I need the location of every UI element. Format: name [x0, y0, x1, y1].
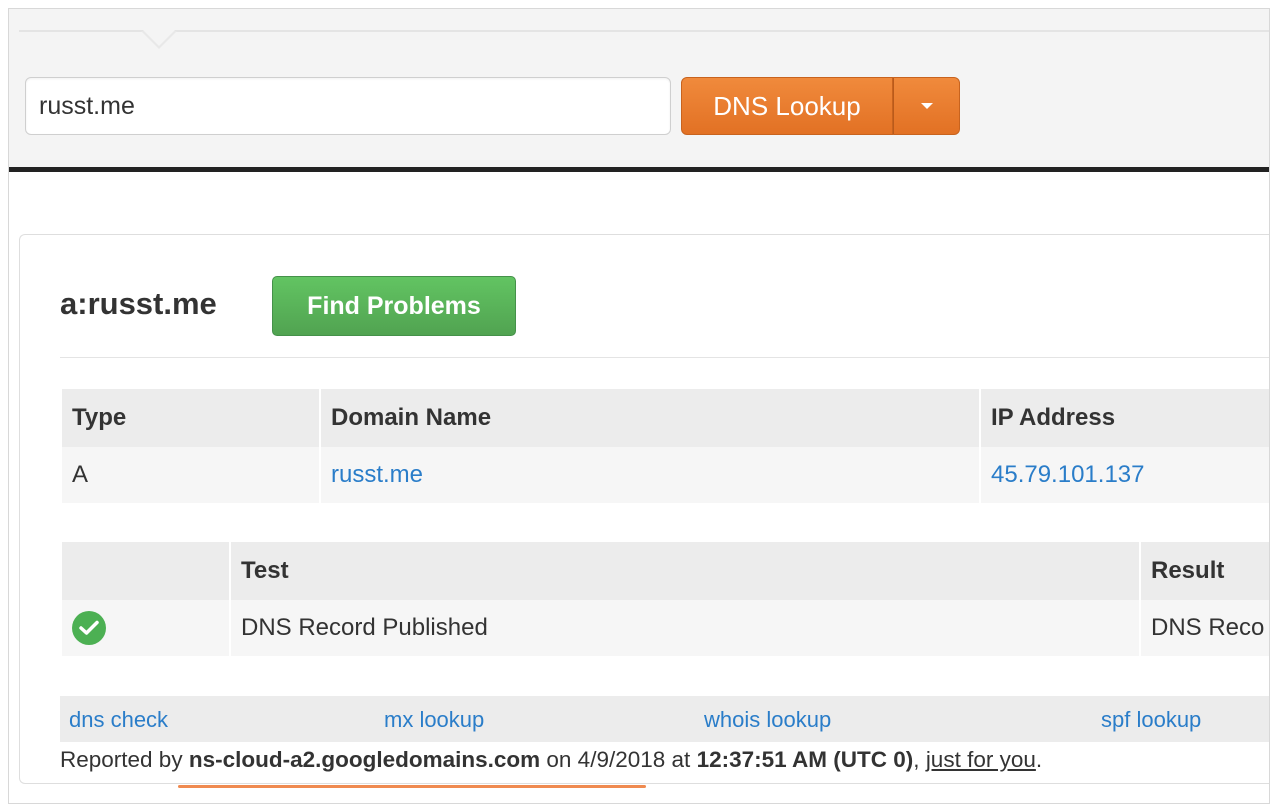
column-header-test: Test: [229, 542, 1140, 600]
table-header-row: Test Result: [60, 542, 1269, 600]
check-icon: [72, 611, 106, 645]
dns-lookup-button[interactable]: DNS Lookup: [681, 77, 893, 135]
record-ip-cell: 45.79.101.137: [979, 447, 1269, 503]
dns-check-link[interactable]: dns check: [69, 707, 168, 733]
lookup-button-group: DNS Lookup: [681, 77, 960, 135]
search-bar-area: DNS Lookup: [9, 9, 1269, 167]
record-ip-link[interactable]: 45.79.101.137: [991, 461, 1144, 488]
test-result-cell: DNS Reco: [1139, 600, 1269, 656]
comma: ,: [913, 747, 920, 772]
column-header-ip-address: IP Address: [979, 389, 1269, 447]
record-domain-cell: russt.me: [319, 447, 980, 503]
highlight-underline: [178, 785, 646, 788]
just-for-you-link[interactable]: just for you: [926, 747, 1036, 772]
period: .: [1035, 747, 1043, 772]
column-header-result: Result: [1139, 542, 1269, 600]
report-time: 12:37:51 AM (UTC 0): [696, 747, 914, 772]
results-panel: a:russt.me Find Problems Type Domain Nam…: [19, 234, 1269, 788]
report-date: on 4/9/2018 at: [546, 747, 691, 772]
related-tools-bar: dns check mx lookup whois lookup spf loo…: [60, 696, 1269, 742]
spf-lookup-link[interactable]: spf lookup: [1101, 707, 1201, 733]
test-status-cell: [60, 600, 230, 656]
top-divider: [19, 30, 1269, 32]
whois-lookup-link[interactable]: whois lookup: [704, 707, 831, 733]
record-type-cell: A: [60, 447, 320, 503]
header-separator: [9, 167, 1269, 172]
lookup-type-dropdown-button[interactable]: [893, 77, 960, 135]
reported-prefix: Reported by: [60, 747, 183, 772]
column-header-type: Type: [60, 389, 320, 447]
table-header-row: Type Domain Name IP Address: [60, 389, 1269, 447]
browser-frame: DNS Lookup a:russt.me Find Problems Type…: [8, 8, 1270, 804]
table-row: DNS Record Published DNS Reco: [60, 600, 1269, 656]
chevron-down-icon: [920, 103, 933, 109]
dns-records-table: Type Domain Name IP Address A russt.me 4…: [60, 389, 1269, 503]
result-title: a:russt.me: [60, 286, 217, 321]
reported-by-line: Reported by ns-cloud-a2.googledomains.co…: [60, 747, 1042, 773]
table-row: A russt.me 45.79.101.137: [60, 447, 1269, 503]
column-header-status: [60, 542, 230, 600]
mx-lookup-link[interactable]: mx lookup: [384, 707, 484, 733]
record-domain-link[interactable]: russt.me: [331, 461, 423, 488]
column-header-domain-name: Domain Name: [319, 389, 980, 447]
find-problems-button[interactable]: Find Problems: [272, 276, 516, 336]
domain-search-input[interactable]: [25, 77, 671, 135]
reporting-nameserver: ns-cloud-a2.googledomains.com: [188, 747, 541, 772]
dns-tests-table: Test Result DNS Record Published DNS Rec…: [60, 542, 1269, 656]
test-name-cell: DNS Record Published: [229, 600, 1140, 656]
menu-pointer-notch: [141, 30, 177, 49]
title-divider: [60, 357, 1269, 358]
